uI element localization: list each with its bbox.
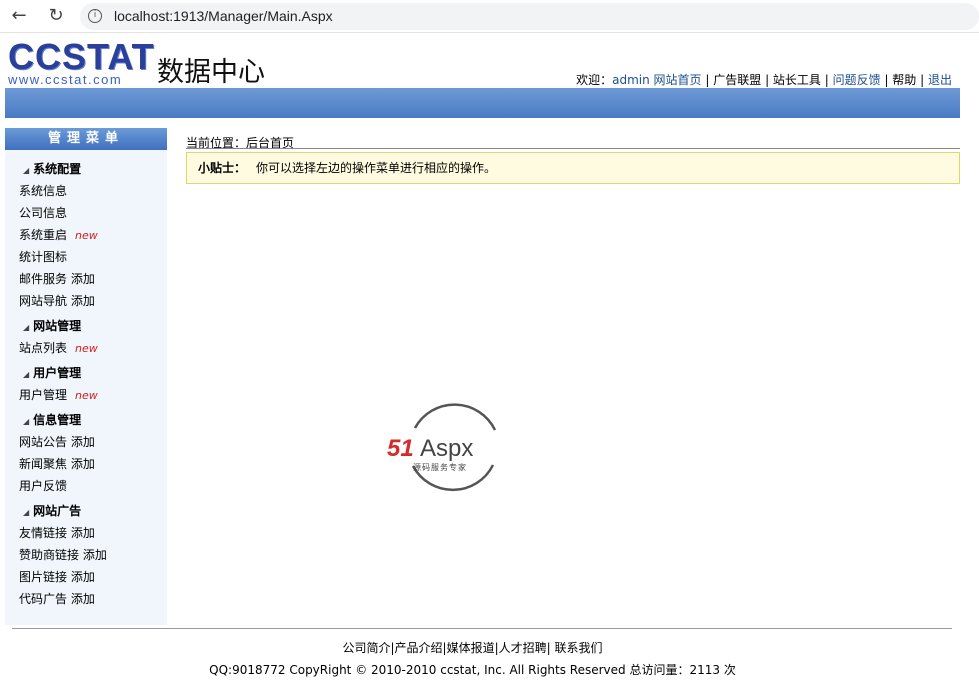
tip-label: 小贴士： [198,161,247,175]
tip-box: 小贴士： 你可以选择左边的操作菜单进行相应的操作。 [186,152,960,184]
sidebar-title: 管理菜单 [5,128,167,150]
menu-item-label[interactable]: 网站公告 [19,435,67,449]
menu-item[interactable]: 统计图标 [19,248,67,265]
menu-item[interactable]: 用户反馈 [19,477,67,494]
menu-item[interactable]: 用户管理 new [19,386,98,403]
svg-text:51: 51 [387,435,414,462]
site-subtitle: 数据中心 [157,57,265,88]
menu-item[interactable]: 新闻聚焦 添加 [19,455,95,472]
menu-item[interactable]: 公司信息 [19,204,67,221]
add-link[interactable]: 添加 [71,526,95,540]
menu-item[interactable]: 系统信息 [19,182,67,199]
menu-group[interactable]: ◢ 网站管理 [23,317,81,334]
user-link[interactable]: admin [612,73,650,87]
menu-item-label[interactable]: 网站导航 [19,294,67,308]
menu-item[interactable]: 系统重启 new [19,226,98,243]
menu-item[interactable]: 邮件服务 添加 [19,270,95,287]
menu-item-label[interactable]: 站点列表 [19,341,67,355]
divider [186,148,960,149]
sidebar: 管理菜单 ◢ 系统配置 系统信息 公司信息 系统重启 new 统计图标 邮件服务 添加 网站导航… [5,128,167,625]
add-link[interactable]: 添加 [71,435,95,449]
menu-item-label[interactable]: 友情链接 [19,526,67,540]
add-link[interactable]: 添加 [71,570,95,584]
footer-copyright: QQ:9018772 CopyRight © 2010-2010 ccstat,… [209,663,736,677]
menu-item[interactable]: 站点列表 new [19,339,98,356]
collapse-triangle-icon: ◢ [23,370,30,379]
menu-item-label[interactable]: 邮件服务 [19,272,67,286]
menu-item-label[interactable]: 系统信息 [19,184,67,198]
add-link[interactable]: 添加 [71,457,95,471]
menu-item[interactable]: 赞助商链接 添加 [19,546,107,563]
info-icon[interactable]: i [88,9,102,23]
watermark-arc-top [413,403,497,431]
svg-text:源码服务专家: 源码服务专家 [413,462,467,472]
new-badge: new [75,342,98,355]
menu-item-label[interactable]: 用户管理 [19,388,67,402]
url-text[interactable]: localhost:1913/Manager/Main.Aspx [114,8,333,24]
new-badge: new [75,229,98,242]
menu-group-label: 信息管理 [33,413,82,427]
collapse-triangle-icon: ◢ [23,417,30,426]
collapse-triangle-icon: ◢ [23,323,30,332]
menu-item-label[interactable]: 统计图标 [19,250,67,264]
menu-item-label[interactable]: 代码广告 [19,592,67,606]
menu-group-label: 网站广告 [33,504,82,518]
menu-item-label[interactable]: 用户反馈 [19,479,67,493]
menu-item-label[interactable]: 图片链接 [19,570,67,584]
menu-item-label[interactable]: 系统重启 [19,228,67,242]
webmaster-tools-link[interactable]: 站长工具 [773,73,821,87]
tip-text: 你可以选择左边的操作菜单进行相应的操作。 [256,161,497,175]
menu-group[interactable]: ◢ 网站广告 [23,502,81,519]
svg-text:Aspx: Aspx [420,435,473,462]
add-link[interactable]: 添加 [71,294,95,308]
menu-item[interactable]: 网站导航 添加 [19,292,95,309]
collapse-triangle-icon: ◢ [23,508,30,517]
welcome-label: 欢迎： [576,73,613,87]
menu-item[interactable]: 图片链接 添加 [19,568,95,585]
collapse-triangle-icon: ◢ [23,166,30,175]
menu-item[interactable]: 代码广告 添加 [19,590,95,607]
watermark-logo: 51 Aspx ​ 源码服务专家 [385,400,515,495]
home-link[interactable]: 网站首页 [654,73,702,87]
feedback-link[interactable]: 问题反馈 [833,73,881,87]
menu-item[interactable]: 网站公告 添加 [19,433,95,450]
logo-text: CCSTAT [8,36,155,77]
help-link[interactable]: 帮助 [892,73,916,87]
new-badge: new [75,389,98,402]
menu-item-label[interactable]: 新闻聚焦 [19,457,67,471]
menu-group[interactable]: ◢ 系统配置 [23,160,81,177]
logout-link[interactable]: 退出 [928,73,952,87]
menu-group-label: 网站管理 [33,319,82,333]
add-link[interactable]: 添加 [83,548,107,562]
browser-toolbar: ← ↻ i localhost:1913/Manager/Main.Aspx [0,0,979,33]
reload-icon[interactable]: ↻ [45,5,67,27]
add-link[interactable]: 添加 [71,592,95,606]
menu-group[interactable]: ◢ 用户管理 [23,364,81,381]
header-bar [5,88,960,118]
menu-group-label: 系统配置 [33,162,82,176]
logo: CCSTAT www.ccstat.com [8,36,155,87]
back-arrow-icon[interactable]: ← [8,5,30,27]
address-bar[interactable]: i localhost:1913/Manager/Main.Aspx [80,3,979,30]
top-links: 欢迎：admin 网站首页 | 广告联盟 | 站长工具 | 问题反馈 | 帮助 … [576,73,952,87]
ad-alliance-link[interactable]: 广告联盟 [713,73,761,87]
menu-item-label[interactable]: 公司信息 [19,206,67,220]
menu-group-label: 用户管理 [33,366,82,380]
menu-item-label[interactable]: 赞助商链接 [19,548,79,562]
footer-links[interactable]: 公司简介|产品介绍|媒体报道|人才招聘| 联系我们 [0,639,945,656]
footer-divider [12,628,952,629]
menu-group[interactable]: ◢ 信息管理 [23,411,81,428]
menu-item[interactable]: 友情链接 添加 [19,524,95,541]
add-link[interactable]: 添加 [71,272,95,286]
